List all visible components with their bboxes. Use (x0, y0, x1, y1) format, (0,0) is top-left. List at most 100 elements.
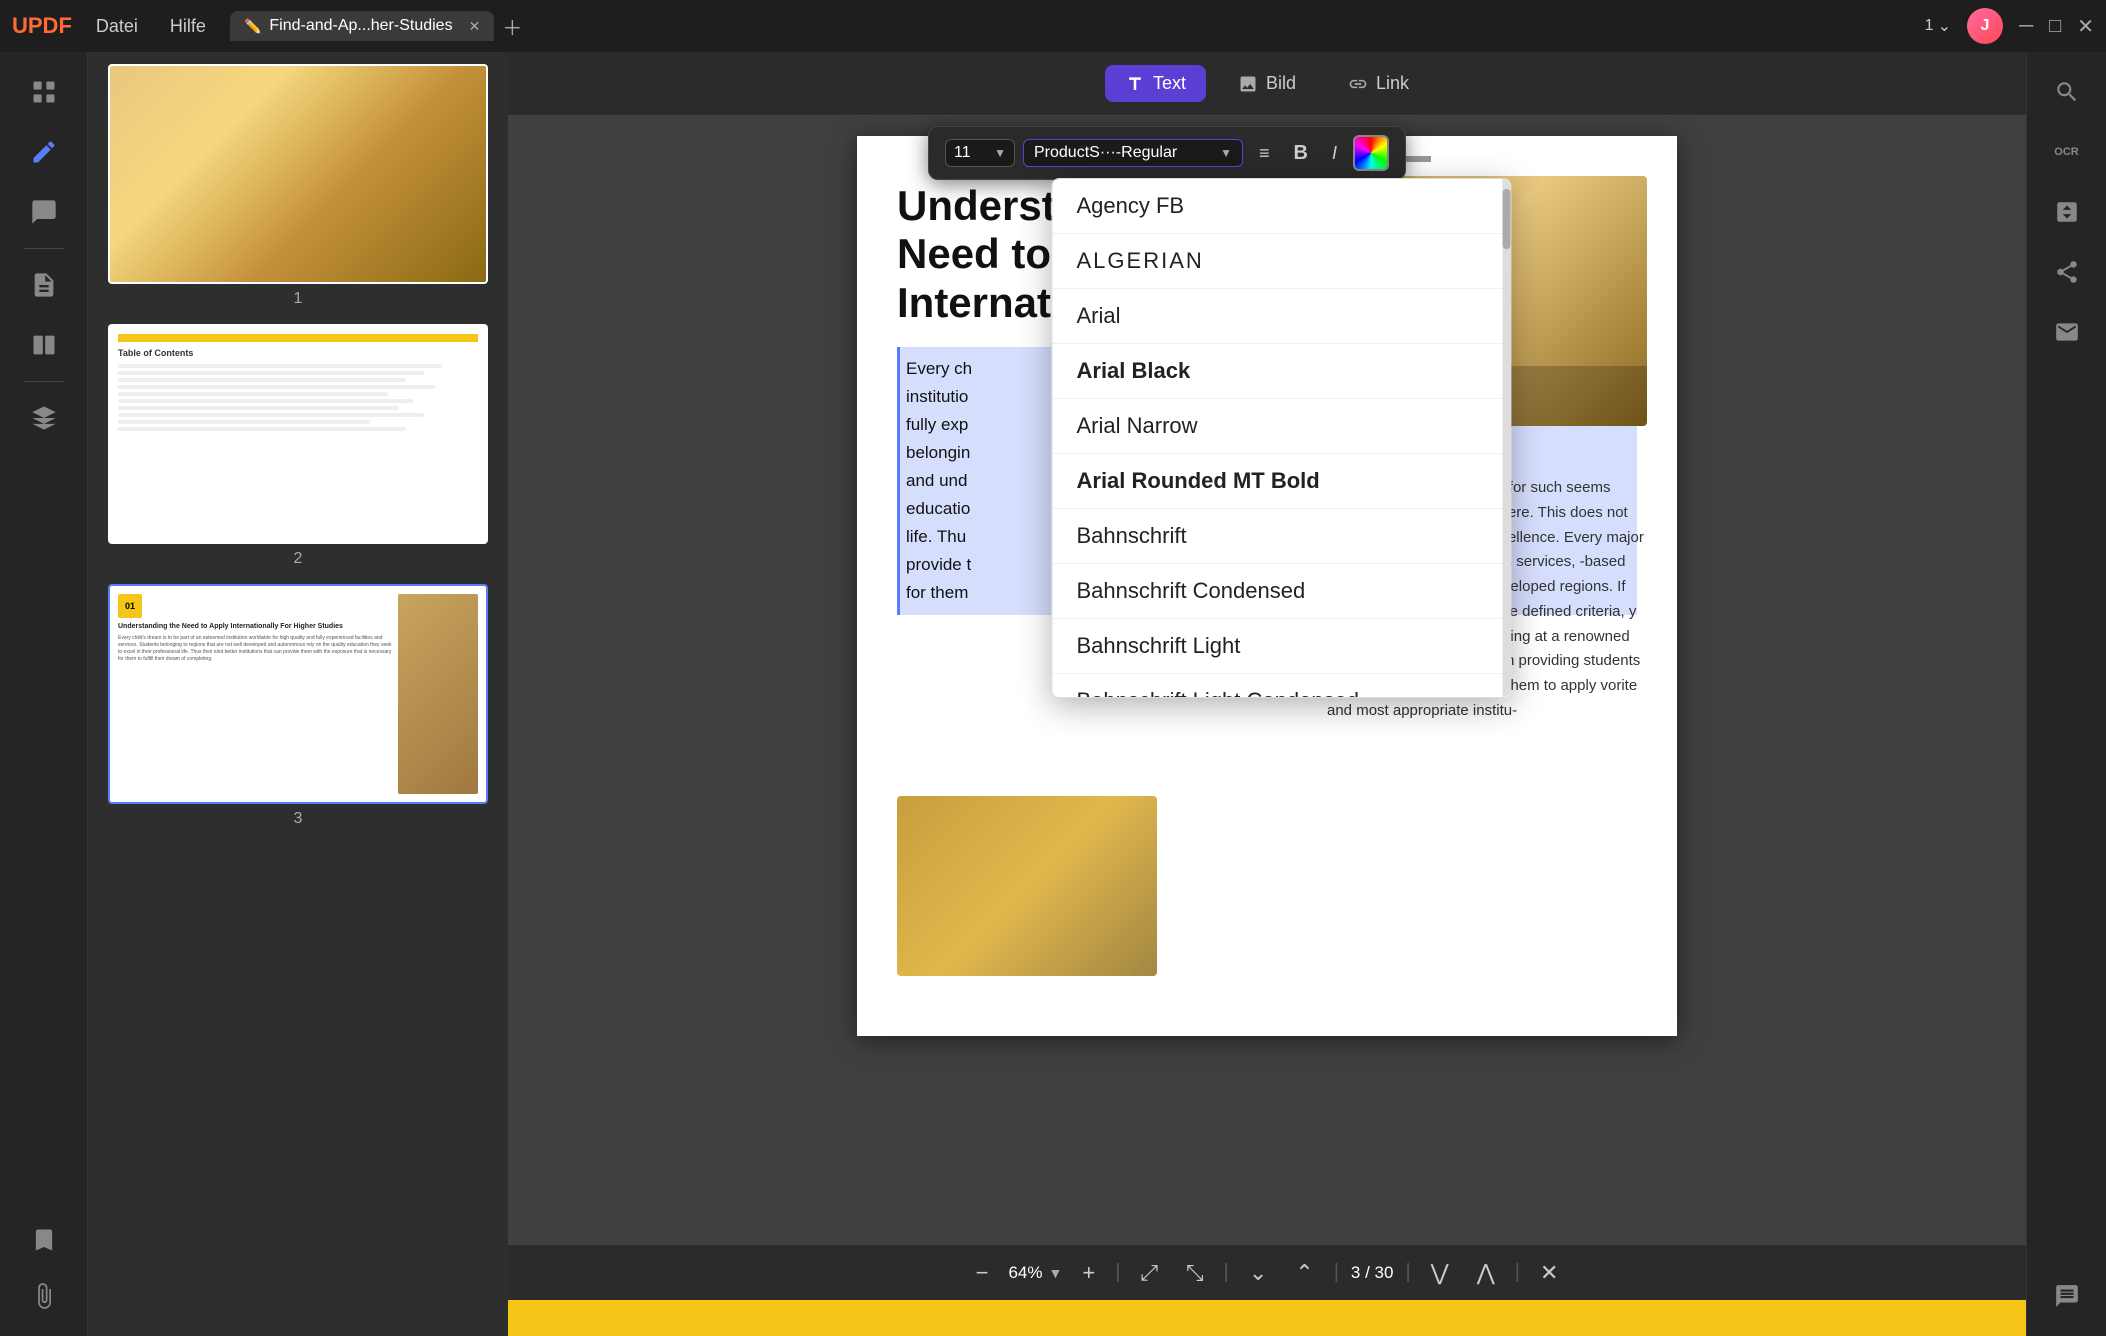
thumbnail-panel: 1 Table of Contents (88, 52, 508, 1336)
page-dropdown-icon[interactable]: ⌄ (1938, 16, 1951, 36)
zoom-out-button[interactable]: − (968, 1256, 997, 1290)
first-page-button[interactable]: ⋁ (1423, 1256, 1457, 1290)
right-sidebar-chat[interactable] (2039, 1268, 2095, 1324)
font-item-bahnschrift-light-condensed[interactable]: Bahnschrift Light Condensed (1052, 674, 1510, 698)
toolbar-link-label: Link (1376, 73, 1409, 94)
toolbar-text-label: Text (1153, 73, 1186, 94)
sidebar-icon-thumbnails[interactable] (16, 64, 72, 120)
italic-button[interactable]: I (1324, 139, 1345, 168)
sidebar-divider-1 (24, 248, 64, 249)
thumb3-right (398, 594, 478, 794)
zoom-dropdown-icon[interactable]: ▼ (1048, 1265, 1062, 1281)
sidebar-icon-pages[interactable] (16, 257, 72, 313)
thumb-label-2: 2 (294, 550, 303, 568)
right-sidebar-search[interactable] (2039, 64, 2095, 120)
separator-2: | (1224, 1261, 1229, 1284)
font-name-dropdown[interactable]: ProductS···-Regular ▼ (1023, 139, 1243, 167)
total-pages-num: 30 (1375, 1263, 1394, 1282)
font-item-arial[interactable]: Arial (1052, 289, 1510, 344)
sidebar-icon-layers[interactable] (16, 390, 72, 446)
font-item-arial-black[interactable]: Arial Black (1052, 344, 1510, 399)
top-toolbar: Text Bild Link (508, 52, 2026, 116)
prev-page-button[interactable]: ⌄ (1241, 1256, 1275, 1290)
thumb3-photo (398, 594, 478, 794)
bottom-toolbar: − 64% ▼ + | ⤢ ⤡ | ⌄ ⌃ | 3 / 30 | ⋁ ⋀ | ✕ (508, 1244, 2026, 1300)
fit-width-button[interactable]: ⤢ (1132, 1256, 1166, 1290)
sidebar-icon-bookmarks[interactable] (16, 1212, 72, 1268)
right-sidebar: OCR (2026, 52, 2106, 1336)
close-window-button[interactable]: ✕ (2077, 14, 2094, 39)
align-button[interactable]: ≡ (1251, 139, 1278, 168)
thumb3-badge: 01 (118, 594, 142, 618)
bold-button[interactable]: B (1286, 138, 1316, 169)
toolbar-text-button[interactable]: Text (1105, 65, 1206, 102)
sidebar-icon-page-manager[interactable] (16, 317, 72, 373)
font-item-arial-narrow[interactable]: Arial Narrow (1052, 399, 1510, 454)
font-item-bahnschrift-light[interactable]: Bahnschrift Light (1052, 619, 1510, 674)
sidebar-divider-2 (24, 381, 64, 382)
toolbar-bild-button[interactable]: Bild (1218, 65, 1316, 102)
pdf-bottom-image (897, 796, 1157, 976)
menu-hilfe[interactable]: Hilfe (162, 12, 214, 41)
separator-4: | (1405, 1261, 1410, 1284)
thumb1-photo (110, 66, 486, 282)
tab-bar: ✏️ Find-and-Ap...her-Studies ✕ ＋ (230, 11, 1909, 41)
separator-5: | (1515, 1261, 1520, 1284)
left-sidebar (0, 52, 88, 1336)
minimize-button[interactable]: ─ (2019, 15, 2033, 38)
maximize-button[interactable]: □ (2049, 15, 2061, 38)
font-item-agency-fb[interactable]: Agency FB (1052, 179, 1510, 234)
thumb2-header (118, 334, 478, 342)
right-sidebar-mail[interactable] (2039, 304, 2095, 360)
right-sidebar-ocr[interactable]: OCR (2039, 124, 2095, 180)
thumb3-text: Every child's dream is to be part of an … (118, 635, 392, 663)
next-page-button[interactable]: ⌃ (1287, 1256, 1321, 1290)
zoom-in-button[interactable]: + (1074, 1256, 1103, 1290)
sidebar-icon-attachments[interactable] (16, 1268, 72, 1324)
title-bar: UPDF Datei Hilfe ✏️ Find-and-Ap...her-St… (0, 0, 2106, 52)
font-size-dropdown-icon[interactable]: ▼ (994, 146, 1006, 160)
thumbnail-3[interactable]: 01 Understanding the Need to Apply Inter… (96, 584, 500, 828)
thumb-label-1: 1 (294, 290, 303, 308)
current-page: 1 (1925, 17, 1934, 35)
page-indicator: 1 ⌄ (1925, 16, 1951, 36)
fit-page-button[interactable]: ⤡ (1178, 1256, 1212, 1290)
pdf-viewer[interactable]: Understanding the Need to Apply Internat… (508, 116, 2026, 1244)
font-item-bahnschrift-condensed[interactable]: Bahnschrift Condensed (1052, 564, 1510, 619)
user-avatar[interactable]: J (1967, 8, 2003, 44)
color-swatch[interactable] (1353, 135, 1389, 171)
thumb-frame-1 (108, 64, 488, 284)
last-page-button[interactable]: ⋀ (1469, 1256, 1503, 1290)
close-toolbar-button[interactable]: ✕ (1532, 1256, 1566, 1290)
font-list-dropdown[interactable]: Agency FB ALGERIAN Arial Arial Black Ari… (1051, 178, 1511, 698)
thumb3-heading: Understanding the Need to Apply Internat… (118, 622, 392, 631)
right-sidebar-share[interactable] (2039, 244, 2095, 300)
active-tab[interactable]: ✏️ Find-and-Ap...her-Studies ✕ (230, 11, 494, 41)
font-dropdown-icon: ▼ (1220, 146, 1232, 160)
font-size-box[interactable]: 11 ▼ (945, 139, 1015, 167)
window-controls: ─ □ ✕ (2019, 14, 2094, 39)
zoom-percentage: 64% (1008, 1263, 1042, 1283)
font-item-arial-rounded[interactable]: Arial Rounded MT Bold (1052, 454, 1510, 509)
thumb3-bg: 01 Understanding the Need to Apply Inter… (110, 586, 486, 802)
separator-3: | (1334, 1261, 1339, 1284)
tab-edit-icon: ✏️ (244, 18, 261, 35)
toolbar-bild-label: Bild (1266, 73, 1296, 94)
current-page-num: 3 (1351, 1263, 1360, 1282)
sidebar-icon-edit[interactable] (16, 124, 72, 180)
tab-close-button[interactable]: ✕ (469, 18, 481, 35)
thumbnail-2[interactable]: Table of Contents 2 (96, 324, 500, 568)
main-layout: 1 Table of Contents (0, 52, 2106, 1336)
thumb2-title: Table of Contents (118, 348, 478, 358)
thumbnail-1[interactable]: 1 (96, 64, 500, 308)
font-name-value: ProductS···-Regular (1034, 144, 1177, 162)
right-sidebar-convert[interactable] (2039, 184, 2095, 240)
sidebar-icon-comment[interactable] (16, 184, 72, 240)
font-item-algerian[interactable]: ALGERIAN (1052, 234, 1510, 289)
bottom-yellow-bar (508, 1300, 2026, 1336)
font-item-bahnschrift[interactable]: Bahnschrift (1052, 509, 1510, 564)
text-format-toolbar: 11 ▼ ProductS···-Regular ▼ ≡ B I (928, 126, 1406, 180)
menu-datei[interactable]: Datei (88, 12, 146, 41)
tab-add-button[interactable]: ＋ (502, 12, 522, 41)
toolbar-link-button[interactable]: Link (1328, 65, 1429, 102)
